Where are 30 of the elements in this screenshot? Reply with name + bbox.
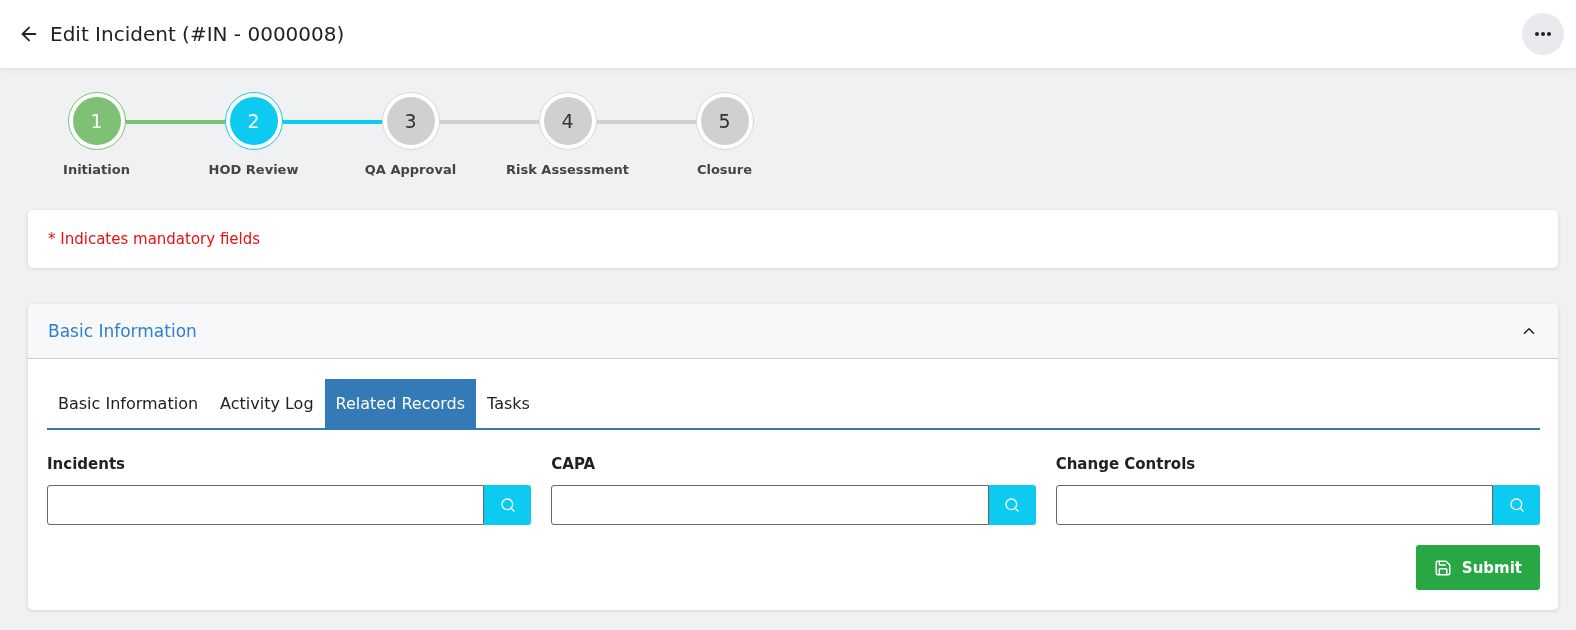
step-circle: 1 <box>67 92 126 150</box>
mandatory-notice: * Indicates mandatory fields <box>47 229 262 250</box>
field-label: Incidents <box>47 455 126 473</box>
tab[interactable]: Related Records <box>324 379 477 428</box>
more-options-button[interactable] <box>1522 13 1564 55</box>
more-icon <box>1535 32 1551 36</box>
step-label: Closure <box>696 162 753 177</box>
field-label: Change Controls <box>1055 455 1197 473</box>
tab[interactable]: Tasks <box>476 379 541 428</box>
field-label: CAPA <box>551 455 597 473</box>
step-circle: 3 <box>381 92 440 150</box>
input-field[interactable] <box>47 485 485 525</box>
step-circle: 2 <box>224 92 283 150</box>
search-button[interactable] <box>988 485 1036 525</box>
step-circle: 4 <box>538 92 597 150</box>
page-title: Edit Incident (#IN - 0000008) <box>50 22 346 46</box>
input-field[interactable] <box>1055 485 1493 525</box>
input-field[interactable] <box>551 485 989 525</box>
step-label: Risk Assessment <box>505 162 629 177</box>
step-circle: 5 <box>695 92 754 150</box>
tab[interactable]: Basic Information <box>47 379 210 428</box>
save-icon <box>1433 558 1452 577</box>
search-icon <box>499 497 516 513</box>
section-title: Basic Information <box>48 321 197 341</box>
step-label: QA Approval <box>364 162 457 177</box>
step-label: Initiation <box>63 162 130 177</box>
search-icon <box>1004 497 1021 513</box>
step-label: HOD Review <box>208 162 299 177</box>
search-icon <box>1508 497 1525 513</box>
tab[interactable]: Activity Log <box>209 379 325 428</box>
